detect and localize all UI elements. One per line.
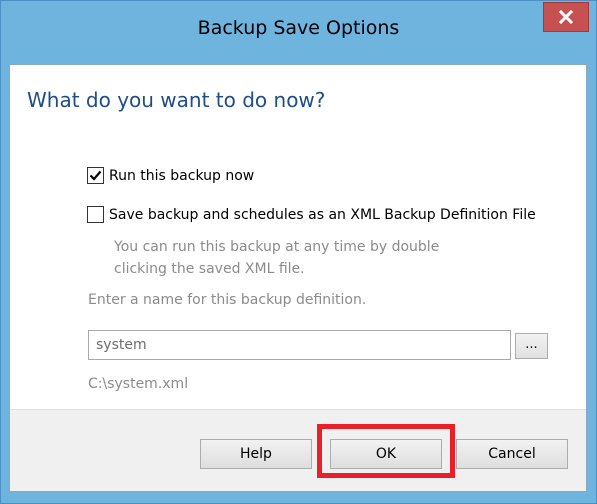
- checkmark-icon: [89, 170, 102, 181]
- ok-button-highlight: [317, 424, 455, 478]
- save-xml-label: Save backup and schedules as an XML Back…: [109, 206, 536, 223]
- run-now-option[interactable]: Run this backup now: [87, 167, 254, 184]
- backup-name-input[interactable]: [88, 330, 511, 360]
- run-now-checkbox[interactable]: [87, 167, 104, 184]
- help-button[interactable]: Help: [200, 439, 312, 469]
- save-xml-hint: You can run this backup at any time by d…: [114, 236, 494, 280]
- hint-line-2: clicking the saved XML file.: [114, 261, 305, 277]
- button-bar: Help OK Cancel: [10, 409, 586, 491]
- dialog-content: What do you want to do now? Run this bac…: [9, 64, 587, 492]
- save-xml-checkbox[interactable]: [87, 206, 104, 223]
- save-xml-option[interactable]: Save backup and schedules as an XML Back…: [87, 206, 536, 223]
- browse-button[interactable]: ...: [515, 333, 548, 359]
- hint-line-1: You can run this backup at any time by d…: [114, 239, 440, 255]
- run-now-label: Run this backup now: [109, 167, 255, 184]
- page-heading: What do you want to do now?: [27, 88, 326, 112]
- backup-name-label: Enter a name for this backup definition.: [88, 292, 367, 308]
- close-button[interactable]: [543, 2, 589, 32]
- cancel-button[interactable]: Cancel: [456, 439, 568, 469]
- file-path-label: C:\system.xml: [88, 376, 189, 392]
- window-title: Backup Save Options: [197, 17, 400, 39]
- backup-save-options-dialog: Backup Save Options What do you want to …: [0, 0, 597, 504]
- title-bar: Backup Save Options: [1, 1, 596, 64]
- close-icon: [559, 10, 573, 24]
